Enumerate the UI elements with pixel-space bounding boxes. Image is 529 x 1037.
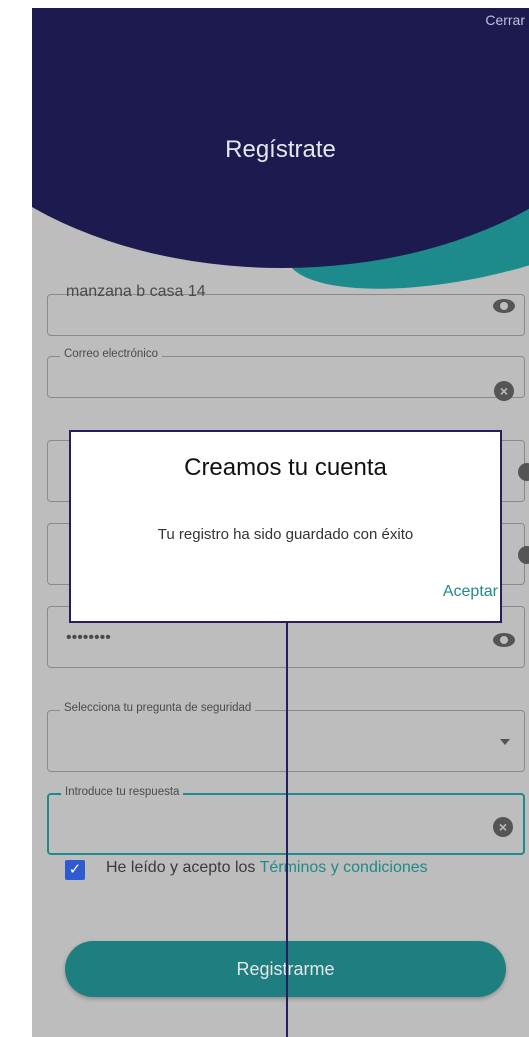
address-value: manzana b casa 14 bbox=[66, 283, 206, 300]
address-field[interactable]: manzana b casa 14 bbox=[47, 283, 525, 336]
clear-icon[interactable]: × bbox=[493, 817, 513, 837]
eye-icon[interactable] bbox=[518, 546, 529, 564]
dialog-title: Creamos tu cuenta bbox=[184, 454, 387, 481]
eye-icon[interactable] bbox=[493, 633, 515, 647]
page-title: Regístrate bbox=[225, 136, 336, 163]
clear-icon[interactable]: × bbox=[494, 381, 514, 401]
security-answer-label: Introduce tu respuesta bbox=[61, 786, 184, 798]
chevron-down-icon[interactable] bbox=[500, 739, 510, 745]
terms-prefix: He leído y acepto los bbox=[106, 859, 260, 876]
accept-button[interactable]: Aceptar bbox=[443, 583, 498, 601]
terms-text: He leído y acepto los Términos y condici… bbox=[106, 859, 428, 877]
security-question-label: Selecciona tu pregunta de seguridad bbox=[60, 702, 256, 714]
close-link[interactable]: Cerrar bbox=[485, 12, 525, 28]
eye-icon[interactable] bbox=[518, 463, 529, 481]
password-value: •••••••• bbox=[66, 629, 111, 646]
email-label: Correo electrónico bbox=[60, 348, 162, 360]
dialog-message: Tu registro ha sido guardado con éxito bbox=[157, 526, 414, 543]
vertical-line bbox=[286, 623, 288, 1037]
terms-link[interactable]: Términos y condiciones bbox=[260, 859, 428, 876]
terms-checkbox[interactable]: ✓ bbox=[65, 860, 85, 880]
eye-icon[interactable] bbox=[493, 299, 515, 313]
email-field[interactable]: Correo electrónico × bbox=[47, 348, 525, 401]
success-dialog: Creamos tu cuenta Tu registro ha sido gu… bbox=[69, 430, 502, 623]
